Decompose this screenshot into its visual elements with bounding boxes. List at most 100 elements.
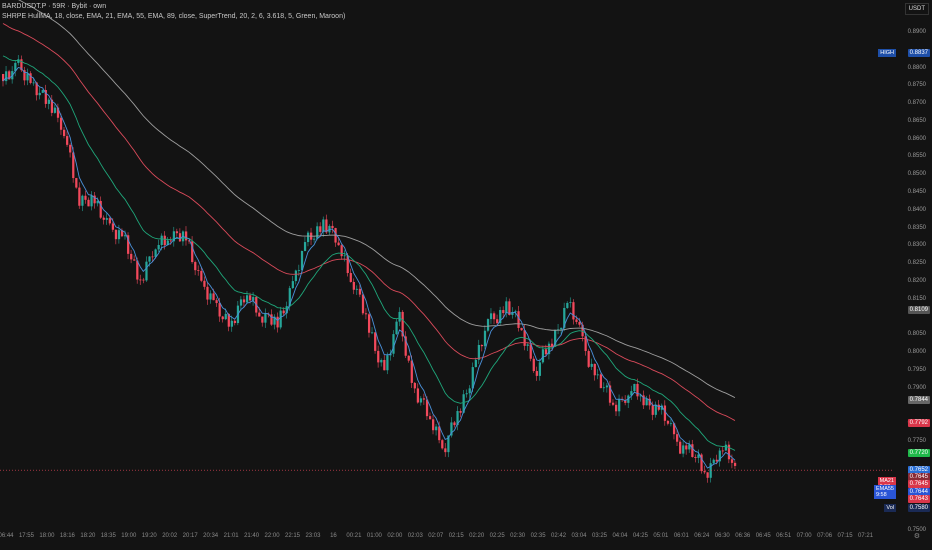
candle (242, 299, 246, 303)
candle (669, 423, 673, 425)
candle (136, 260, 139, 280)
candle (249, 295, 252, 301)
candle (200, 270, 203, 281)
candle (133, 259, 136, 261)
price-badge: 0.7643 (907, 494, 930, 503)
candle (38, 92, 41, 96)
price-tick: 0.8700 (907, 100, 926, 107)
candle (361, 294, 365, 314)
candle (407, 355, 410, 361)
price-badge-label: EMA55 9:58 (873, 484, 896, 499)
price-badge: 0.7792 (907, 418, 930, 427)
candle (721, 450, 725, 452)
chart-legend: BARDUSDT.P · 59R · Bybit · own SHRPE Hul… (2, 2, 345, 22)
price-tick: 0.8600 (907, 135, 926, 142)
price-tick: 0.8650 (907, 117, 926, 124)
settings-icon[interactable]: ⚙ (914, 532, 920, 540)
candle (505, 301, 508, 314)
time-scale[interactable]: 06:44 17:55 18:00 18:16 18:20 18:35 19:00 19:20… (0, 520, 892, 550)
time-tick: 00:21 (346, 533, 362, 539)
candle (313, 238, 316, 240)
time-tick: 02:20 (469, 533, 485, 539)
candle (75, 178, 78, 188)
price-tick: 0.8200 (907, 277, 926, 284)
candle (712, 459, 715, 464)
candle (331, 225, 334, 229)
price-badge-label: HIGH (878, 48, 896, 57)
candle (62, 129, 66, 137)
candle (657, 404, 660, 410)
candle (575, 319, 578, 322)
symbol-title[interactable]: BARDUSDT.P · 59R · Bybit · own (2, 2, 345, 12)
time-tick: 02:00 (387, 533, 403, 539)
candle (483, 330, 487, 347)
time-tick: 18:20 (80, 533, 96, 539)
candle (395, 321, 398, 335)
time-tick: 21:40 (244, 533, 260, 539)
candle (419, 398, 423, 403)
candle (194, 262, 197, 271)
candle (343, 255, 346, 257)
candle (413, 382, 416, 389)
candle (142, 279, 145, 281)
time-tick: 06:24 (694, 533, 710, 539)
candle (108, 218, 111, 224)
candle (206, 286, 209, 300)
price-chart[interactable] (0, 0, 892, 520)
candle (596, 374, 599, 376)
candle (5, 71, 8, 82)
candle (605, 385, 609, 388)
currency-button[interactable]: USDT (904, 3, 929, 15)
price-tick: 0.8150 (907, 295, 926, 302)
time-tick: 22:00 (264, 533, 280, 539)
candle (230, 320, 233, 327)
time-tick: 20:34 (203, 533, 219, 539)
candle (306, 232, 310, 243)
price-tick: 0.8550 (907, 153, 926, 160)
candle (486, 319, 490, 331)
candle (218, 303, 221, 317)
time-tick: 20:02 (162, 533, 178, 539)
price-scale[interactable]: USDT 0.8900 0.8800 0.8750 0.8700 0.8650 0.860… (873, 0, 932, 533)
candle (676, 434, 679, 442)
candle (611, 402, 615, 405)
candle (679, 441, 682, 454)
candle (428, 416, 432, 420)
time-tick: 06:45 (755, 533, 771, 539)
time-tick: 06:44 (0, 533, 14, 539)
candle (663, 405, 667, 421)
time-tick: 03:04 (571, 533, 587, 539)
candle (139, 279, 142, 281)
candle (371, 332, 374, 334)
indicator-legend[interactable]: SHRPE HullMA, 18, close, EMA, 21, EMA, 5… (2, 12, 345, 22)
candle (682, 445, 685, 454)
time-tick: 20:17 (182, 533, 198, 539)
candle (102, 217, 105, 220)
price-tick: 0.8050 (907, 331, 926, 338)
candle (279, 310, 282, 328)
candle (66, 136, 69, 145)
candle (245, 295, 249, 303)
candle (316, 226, 319, 239)
candle (78, 187, 81, 206)
candle (340, 245, 343, 257)
time-tick: 22:15 (284, 533, 301, 539)
candle (602, 387, 606, 389)
candle (593, 363, 596, 376)
time-tick: 04:25 (632, 533, 648, 539)
time-tick: 04:04 (612, 533, 628, 539)
candle (566, 302, 569, 308)
candle (477, 344, 481, 360)
candle (303, 242, 307, 252)
candle (145, 261, 148, 281)
price-badge: 0.7720 (907, 449, 930, 458)
candle (163, 235, 166, 246)
ema89-line (18, 0, 736, 399)
candle (541, 349, 545, 363)
time-tick: 06:01 (673, 533, 689, 539)
candle (633, 383, 636, 392)
candle (572, 302, 575, 320)
candle (654, 404, 657, 415)
candle (41, 90, 44, 93)
candle (294, 270, 298, 282)
